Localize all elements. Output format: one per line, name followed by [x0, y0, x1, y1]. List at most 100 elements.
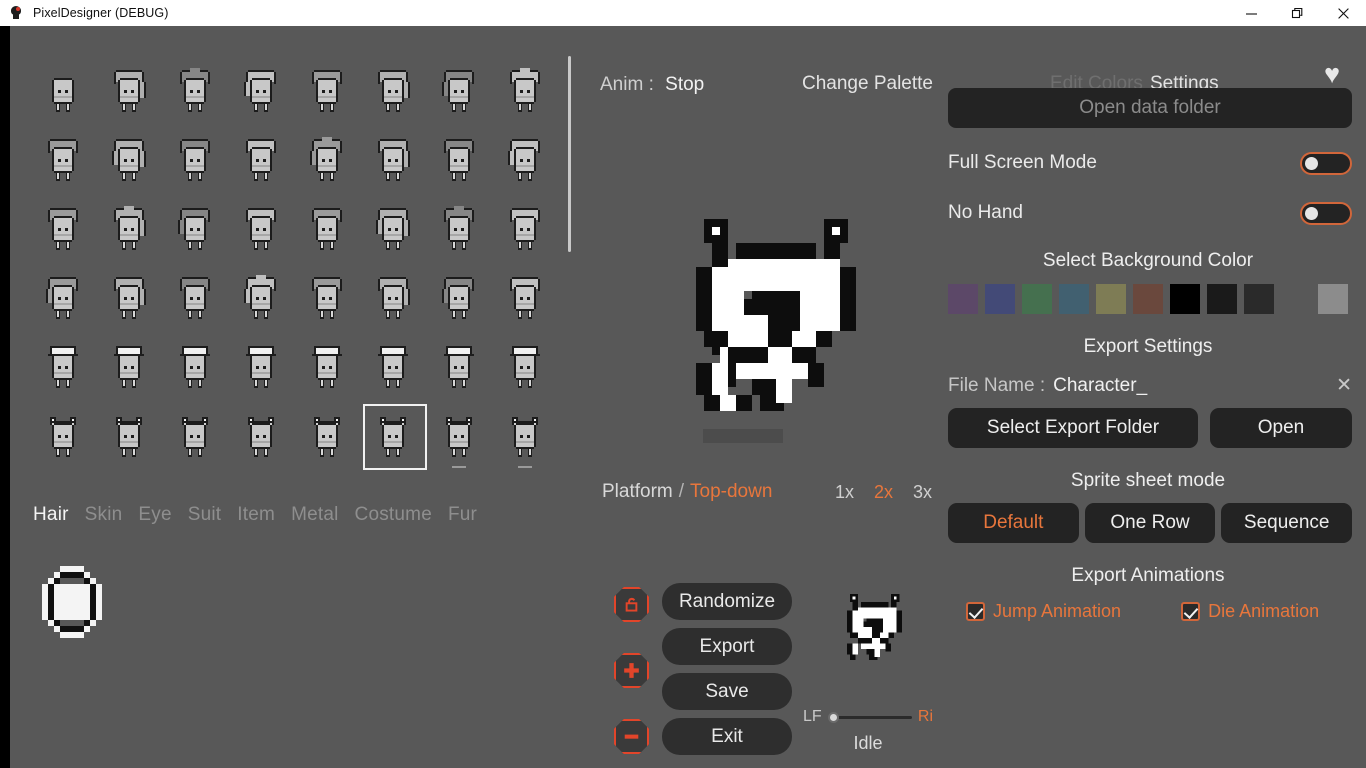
sprite-cell[interactable] — [426, 127, 492, 196]
category-tab-eye[interactable]: Eye — [138, 504, 171, 526]
sprite-cell[interactable] — [30, 334, 96, 403]
exit-button[interactable]: Exit — [662, 718, 792, 755]
sprite-cell[interactable] — [228, 265, 294, 334]
file-name-input[interactable]: Character_ — [1053, 375, 1147, 397]
sprite-cell[interactable] — [228, 334, 294, 403]
sprite-cell[interactable] — [426, 403, 492, 472]
platform-mode[interactable]: Top-down — [690, 481, 772, 503]
sprite-grid-scrollbar[interactable] — [568, 56, 572, 286]
sprite-sheet-mode-one-row[interactable]: One Row — [1084, 503, 1216, 543]
background-color-swatch[interactable] — [1170, 284, 1200, 314]
zoom-level-2x[interactable]: 2x — [874, 482, 893, 503]
full-screen-mode-row[interactable]: Full Screen Mode — [948, 148, 1352, 178]
slider-track[interactable] — [827, 711, 912, 723]
slider-knob[interactable] — [827, 711, 839, 723]
export-animation-item[interactable]: Jump Animation — [966, 601, 1121, 622]
checkbox[interactable] — [1181, 602, 1201, 621]
sprite-cell[interactable] — [360, 403, 427, 472]
category-tab-metal[interactable]: Metal — [291, 504, 338, 526]
sprite-cell[interactable] — [30, 58, 96, 127]
category-tab-skin[interactable]: Skin — [85, 504, 123, 526]
zoom-level-1x[interactable]: 1x — [835, 482, 854, 503]
sprite-cell[interactable] — [294, 403, 360, 472]
sprite-cell[interactable] — [162, 127, 228, 196]
sprite-cell[interactable] — [294, 196, 360, 265]
sprite-cell[interactable] — [96, 196, 162, 265]
zoom-levels[interactable]: 1x 2x 3x — [835, 482, 932, 503]
sprite-cell[interactable] — [492, 127, 558, 196]
background-color-swatches[interactable] — [948, 284, 1352, 314]
character-preview[interactable] — [670, 211, 920, 481]
no-hand-toggle[interactable] — [1300, 201, 1352, 225]
sprite-cell[interactable] — [360, 127, 426, 196]
anim-control[interactable]: Anim : Stop — [600, 74, 704, 96]
sprite-cell[interactable] — [162, 265, 228, 334]
sprite-cell[interactable] — [294, 265, 360, 334]
sprite-cell[interactable] — [492, 403, 558, 472]
sprite-cell[interactable] — [492, 196, 558, 265]
no-hand-row[interactable]: No Hand — [948, 198, 1352, 228]
checkbox[interactable] — [966, 602, 985, 621]
sprite-cell[interactable] — [426, 196, 492, 265]
zoom-level-3x[interactable]: 3x — [913, 482, 932, 503]
category-tabs[interactable]: Hair Skin Eye Suit Item Metal Costume Fur — [33, 504, 477, 526]
category-tab-costume[interactable]: Costume — [355, 504, 432, 526]
background-color-swatch-light[interactable] — [1318, 284, 1348, 314]
scrollbar-thumb[interactable] — [568, 56, 571, 252]
sprite-sheet-mode-sequence[interactable]: Sequence — [1221, 503, 1353, 543]
sprite-cell[interactable] — [360, 58, 426, 127]
select-export-folder-button[interactable]: Select Export Folder — [948, 408, 1198, 448]
category-tab-item[interactable]: Item — [237, 504, 275, 526]
sprite-cell[interactable] — [228, 127, 294, 196]
background-color-swatch[interactable] — [985, 284, 1015, 314]
randomize-button[interactable]: Randomize — [662, 583, 792, 620]
sprite-cell[interactable] — [360, 334, 426, 403]
change-palette-button[interactable]: Change Palette — [802, 73, 933, 95]
sprite-sheet-mode-default[interactable]: Default — [948, 503, 1079, 543]
sprite-cell[interactable] — [96, 334, 162, 403]
sprite-cell[interactable] — [30, 196, 96, 265]
sprite-cell[interactable] — [96, 127, 162, 196]
sprite-cell[interactable] — [360, 196, 426, 265]
sprite-cell[interactable] — [96, 265, 162, 334]
clear-file-name-icon[interactable]: ✕ — [1336, 374, 1352, 397]
category-tab-hair[interactable]: Hair — [33, 504, 69, 526]
maximize-button[interactable] — [1274, 0, 1320, 26]
favorite-heart-icon[interactable]: ♥ — [1317, 60, 1347, 88]
sprite-cell[interactable] — [30, 403, 96, 472]
minus-icon[interactable] — [614, 719, 649, 754]
plus-icon[interactable] — [614, 653, 649, 688]
sprite-cell[interactable] — [228, 403, 294, 472]
sprite-grid[interactable] — [30, 58, 570, 472]
open-folder-button[interactable]: Open — [1210, 408, 1352, 448]
category-tab-fur[interactable]: Fur — [448, 504, 477, 526]
sprite-cell[interactable] — [228, 58, 294, 127]
sprite-cell[interactable] — [492, 334, 558, 403]
sprite-cell[interactable] — [294, 334, 360, 403]
sprite-cell[interactable] — [96, 58, 162, 127]
sprite-cell[interactable] — [294, 58, 360, 127]
hair-swatch[interactable] — [36, 566, 108, 643]
direction-slider[interactable]: LF Ri — [803, 707, 933, 727]
sprite-cell[interactable] — [30, 127, 96, 196]
sprite-cell[interactable] — [426, 58, 492, 127]
sprite-cell[interactable] — [426, 334, 492, 403]
background-color-swatch[interactable] — [1096, 284, 1126, 314]
anim-value[interactable]: Stop — [665, 74, 704, 95]
action-button-column[interactable]: Randomize Export Save Exit — [662, 583, 792, 755]
sprite-cell[interactable] — [96, 403, 162, 472]
background-color-swatch[interactable] — [948, 284, 978, 314]
sprite-cell[interactable] — [426, 265, 492, 334]
background-color-swatch[interactable] — [1022, 284, 1052, 314]
sprite-cell[interactable] — [162, 196, 228, 265]
export-animation-item[interactable]: Die Animation — [1181, 601, 1319, 622]
sprite-cell[interactable] — [162, 334, 228, 403]
export-button[interactable]: Export — [662, 628, 792, 665]
save-button[interactable]: Save — [662, 673, 792, 710]
sprite-cell[interactable] — [162, 58, 228, 127]
sprite-cell[interactable] — [30, 265, 96, 334]
background-color-swatch[interactable] — [1207, 284, 1237, 314]
open-data-folder-button[interactable]: Open data folder — [948, 88, 1352, 128]
sprite-cell[interactable] — [492, 265, 558, 334]
export-animations-checkboxes[interactable]: Jump Animation Die Animation — [966, 601, 1366, 622]
